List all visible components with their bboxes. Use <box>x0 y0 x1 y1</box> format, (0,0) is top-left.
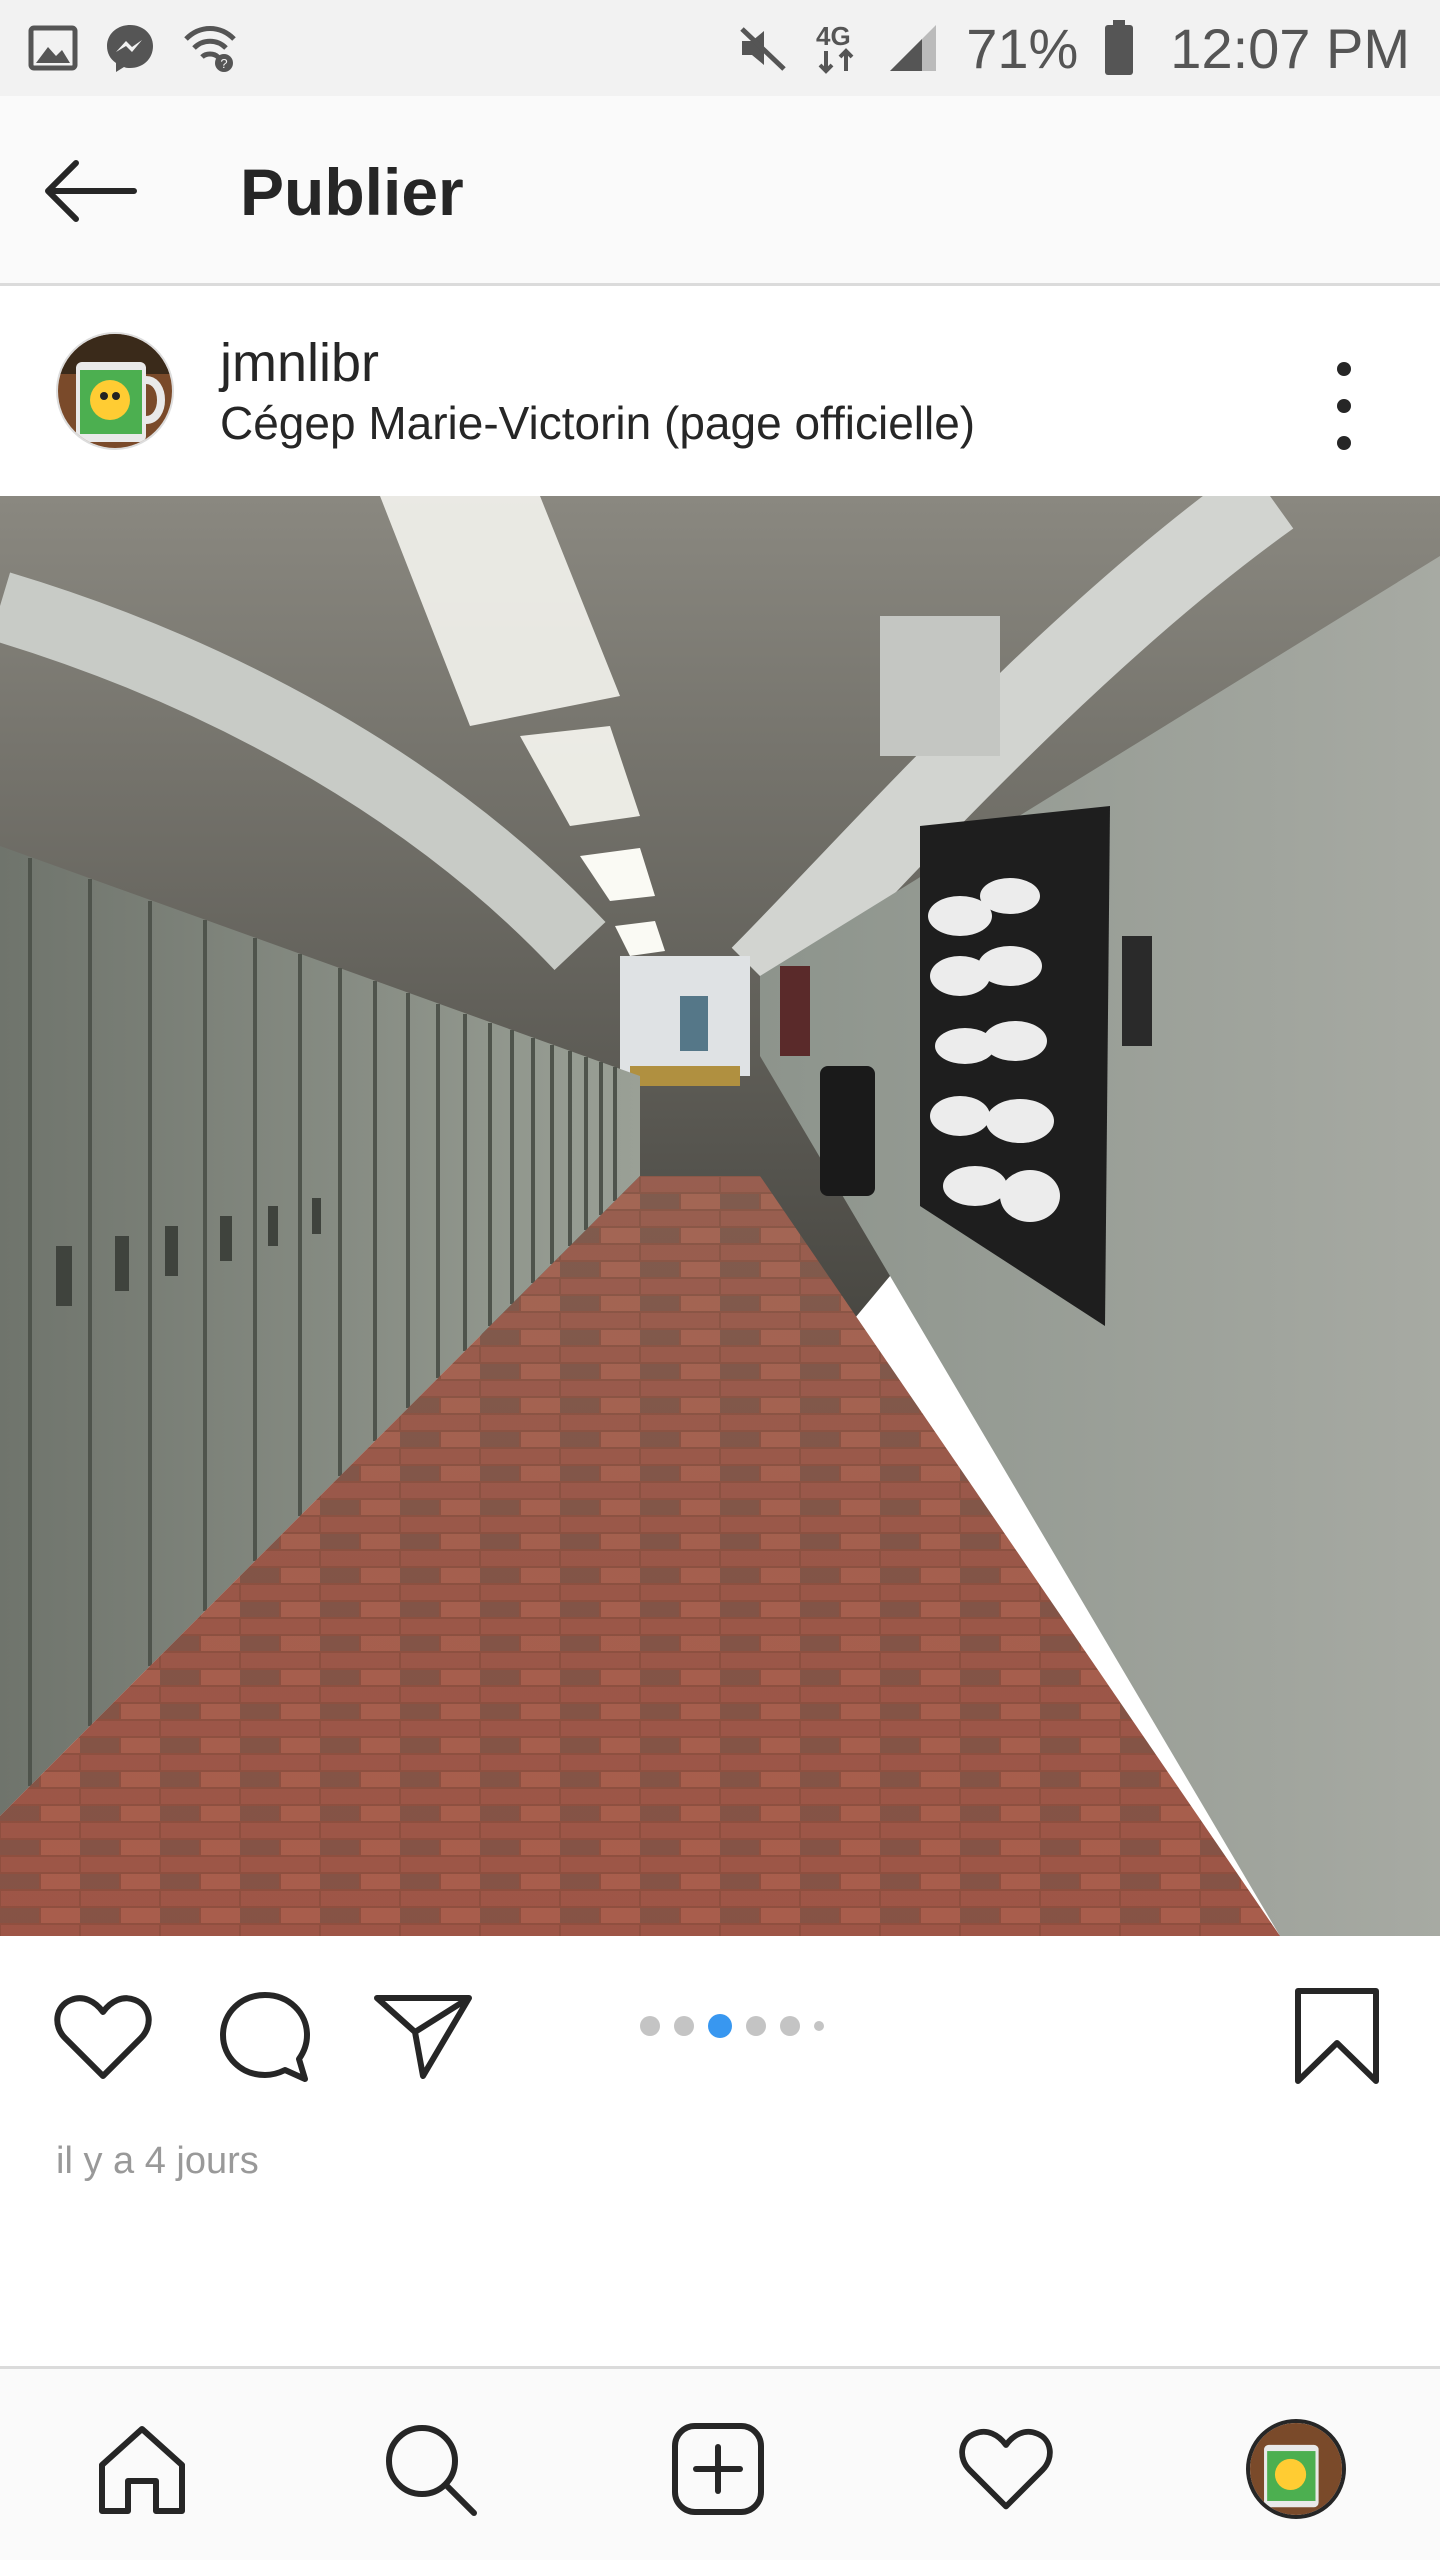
battery-icon <box>1104 20 1134 76</box>
status-right: 4G 71% 12:07 PM <box>736 16 1410 81</box>
clock: 12:07 PM <box>1170 16 1410 80</box>
comment-icon <box>220 1992 310 2082</box>
nav-add-post[interactable] <box>658 2409 778 2529</box>
carousel-dot <box>814 2021 824 2031</box>
status-bar: ? 4G 71% 12:07 PM <box>0 0 1440 96</box>
more-vertical-icon <box>1337 362 1351 376</box>
messenger-icon <box>104 22 156 74</box>
share-button[interactable] <box>368 1982 478 2092</box>
signal-icon <box>888 23 940 73</box>
comment-button[interactable] <box>210 1982 320 2092</box>
activity-icon <box>959 2428 1053 2510</box>
network-indicator: 4G <box>816 21 862 75</box>
post-header: jmnlibr Cégep Marie-Victorin (page offic… <box>0 286 1440 496</box>
carousel-dot-active <box>708 2014 732 2038</box>
add-post-icon <box>672 2423 764 2515</box>
carousel-dot <box>674 2016 694 2036</box>
bookmark-icon <box>1295 1988 1379 2084</box>
mute-icon <box>736 21 790 75</box>
bookmark-button[interactable] <box>1282 1982 1392 2092</box>
carousel-indicator <box>640 2014 824 2038</box>
like-button[interactable] <box>48 1982 158 2092</box>
post-timestamp: il y a 4 jours <box>56 2140 259 2182</box>
back-button[interactable] <box>40 151 150 231</box>
carousel-dot <box>780 2016 800 2036</box>
carousel-dot <box>746 2016 766 2036</box>
bottom-nav <box>0 2366 1440 2560</box>
search-icon <box>386 2425 477 2516</box>
home-icon <box>99 2426 185 2514</box>
username[interactable]: jmnlibr <box>220 332 379 394</box>
status-left: ? <box>28 22 238 74</box>
nav-profile[interactable] <box>1236 2409 1356 2529</box>
svg-text:4G: 4G <box>816 21 851 51</box>
post-photo[interactable] <box>0 496 1440 1936</box>
wifi-icon: ? <box>182 23 238 73</box>
nav-home[interactable] <box>82 2409 202 2529</box>
nav-search[interactable] <box>370 2409 490 2529</box>
svg-text:?: ? <box>220 56 227 71</box>
avatar[interactable] <box>56 332 174 450</box>
nav-activity[interactable] <box>946 2409 1066 2529</box>
battery-percent: 71% <box>966 16 1079 80</box>
page-title: Publier <box>240 155 464 229</box>
carousel-dot <box>640 2016 660 2036</box>
profile-avatar <box>1246 2419 1346 2519</box>
location[interactable]: Cégep Marie-Victorin (page officielle) <box>220 396 975 450</box>
back-arrow-icon <box>45 160 137 222</box>
app-header: Publier <box>0 96 1440 286</box>
more-button[interactable] <box>1320 356 1368 456</box>
share-icon <box>374 1995 472 2079</box>
like-icon <box>54 1995 152 2079</box>
gallery-icon <box>28 23 78 73</box>
